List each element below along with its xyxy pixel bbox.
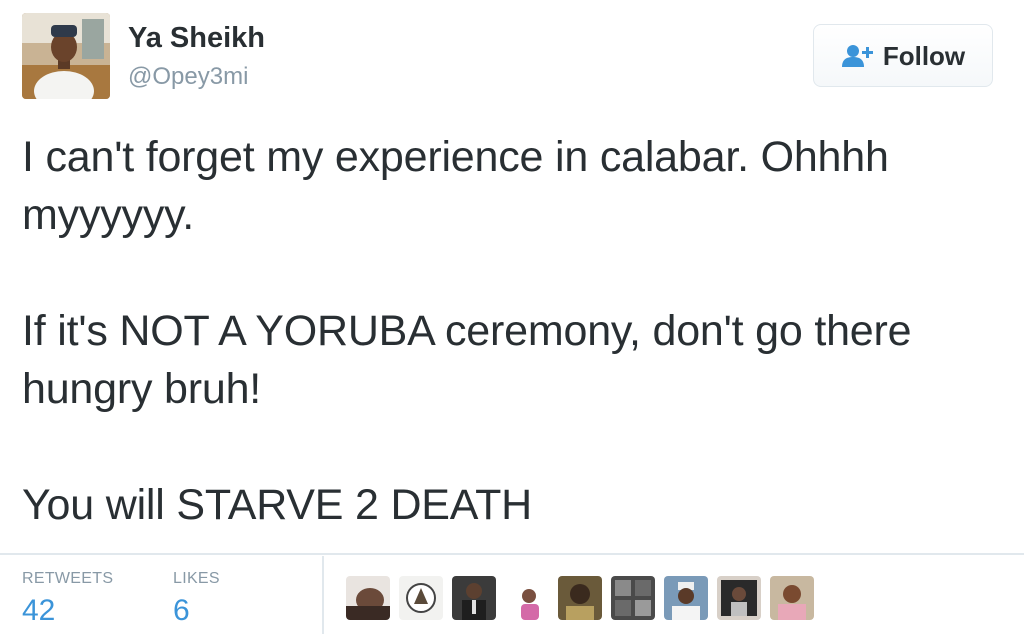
user-avatar-icon	[664, 576, 708, 620]
author-handle[interactable]: @Opey3mi	[128, 65, 248, 89]
likes-count[interactable]: 6	[173, 596, 190, 626]
user-avatar-icon	[452, 576, 496, 620]
stats-separator	[322, 556, 324, 634]
likes-label: LIKES	[173, 570, 220, 587]
user-avatar-icon	[611, 576, 655, 620]
liker-avatars	[346, 576, 814, 620]
user-avatar-icon	[399, 576, 443, 620]
user-avatar-icon	[770, 576, 814, 620]
tweet-text: I can't forget my experience in calabar.…	[22, 128, 1022, 534]
liker-avatar[interactable]	[558, 576, 602, 620]
liker-avatar[interactable]	[346, 576, 390, 620]
liker-avatar[interactable]	[505, 576, 549, 620]
liker-avatar[interactable]	[717, 576, 761, 620]
retweets-label: RETWEETS	[22, 570, 114, 587]
follow-button[interactable]: Follow	[813, 24, 993, 87]
user-avatar-icon	[717, 576, 761, 620]
tweet-paragraph: You will STARVE 2 DEATH	[22, 481, 532, 529]
liker-avatar[interactable]	[664, 576, 708, 620]
author-name[interactable]: Ya Sheikh	[128, 24, 265, 53]
author-avatar[interactable]	[22, 13, 110, 99]
liker-avatar[interactable]	[770, 576, 814, 620]
user-avatar-icon	[22, 13, 110, 99]
liker-avatar[interactable]	[399, 576, 443, 620]
add-user-icon	[841, 44, 873, 67]
tweet-paragraph: If it's NOT A YORUBA ceremony, don't go …	[22, 307, 912, 413]
retweets-count[interactable]: 42	[22, 596, 55, 626]
user-avatar-icon	[558, 576, 602, 620]
tweet-paragraph: I can't forget my experience in calabar.…	[22, 133, 889, 239]
liker-avatar[interactable]	[452, 576, 496, 620]
follow-button-label: Follow	[882, 40, 966, 71]
user-avatar-icon	[505, 576, 549, 620]
user-avatar-icon	[346, 576, 390, 620]
stats-divider	[0, 553, 1024, 555]
liker-avatar[interactable]	[611, 576, 655, 620]
